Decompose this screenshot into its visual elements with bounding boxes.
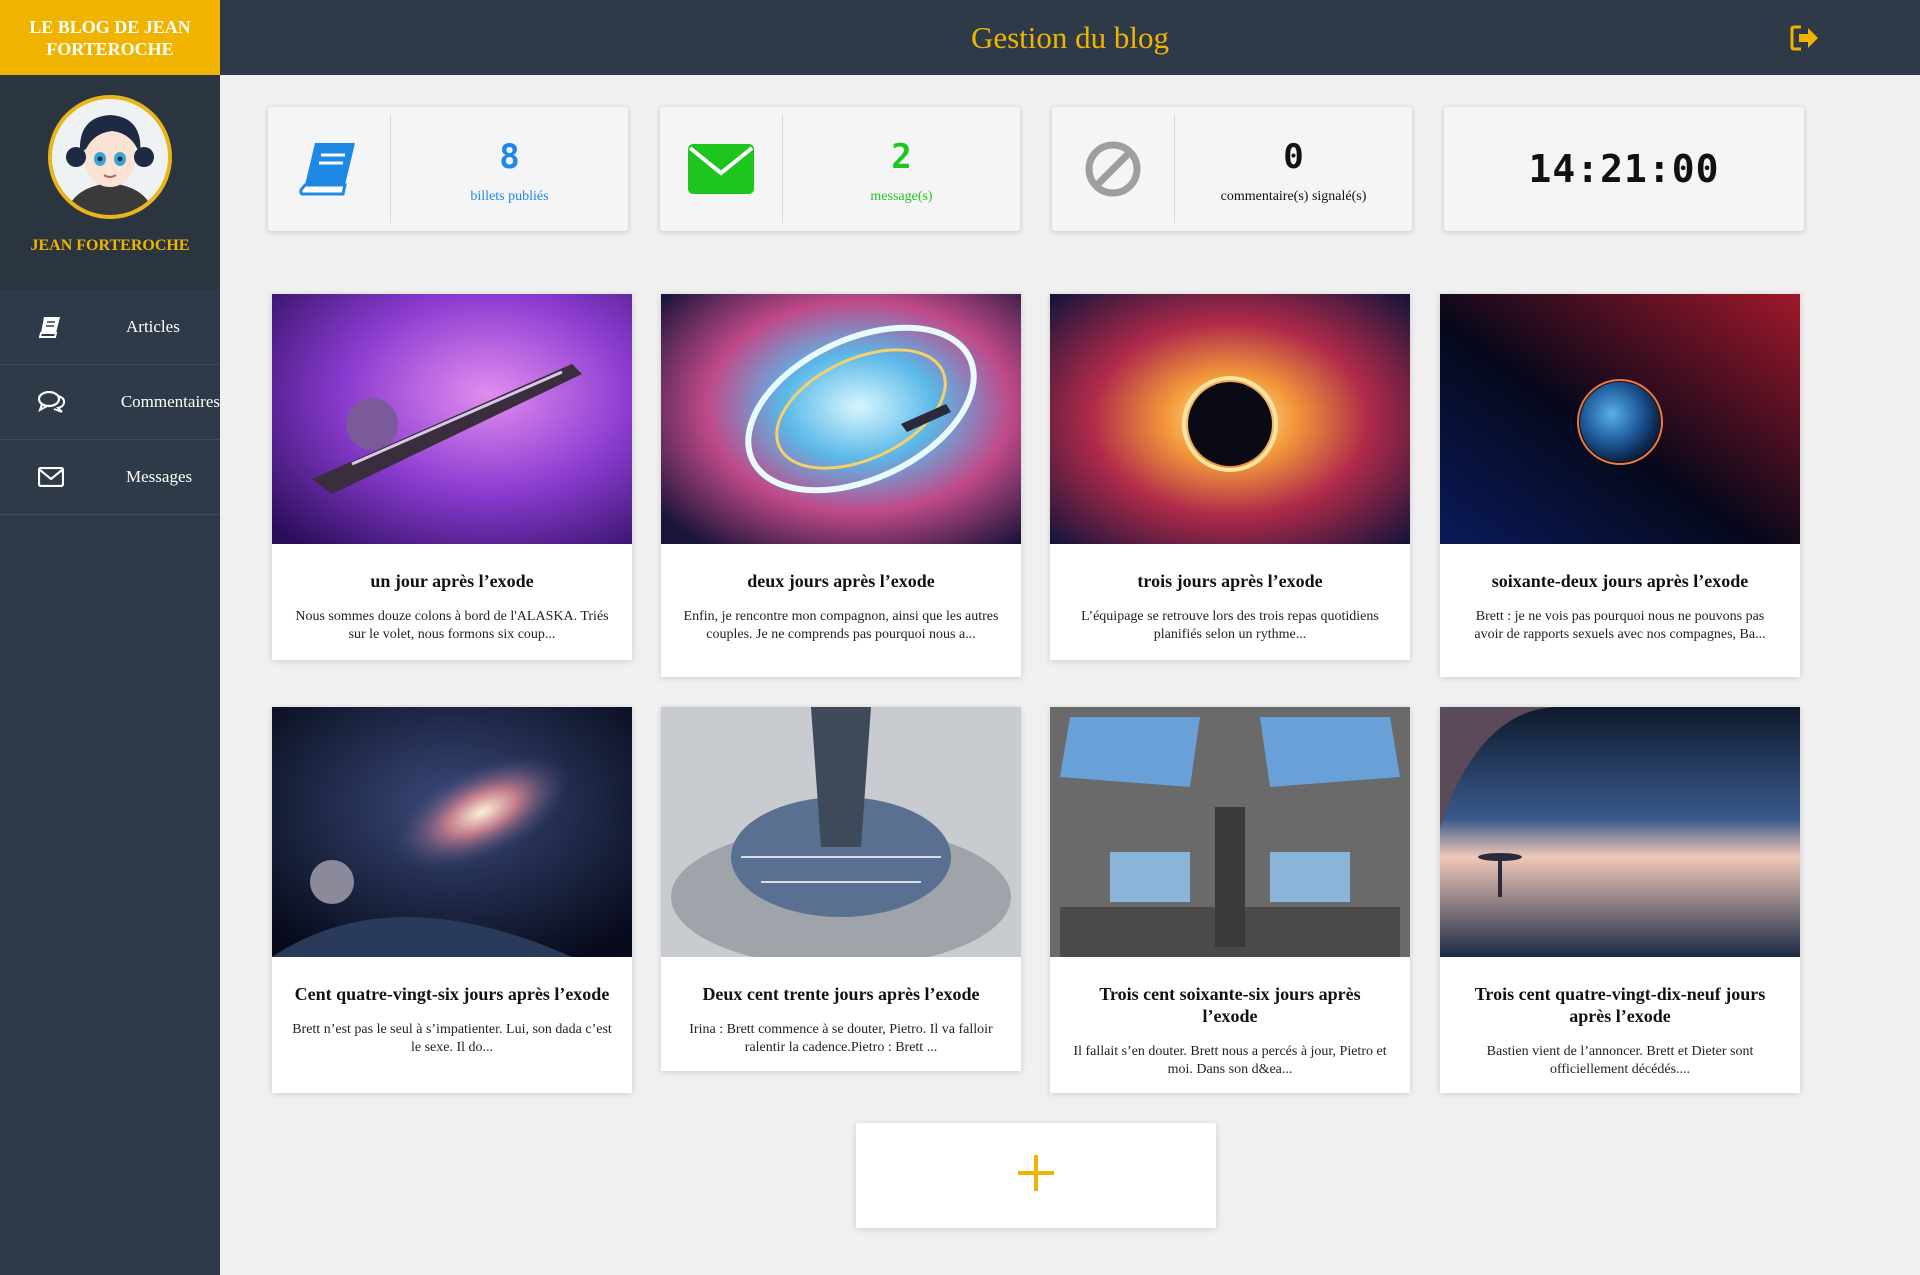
top-header: Gestion du blog	[220, 0, 1920, 75]
article-excerpt: Bastien vient de l’annoncer. Brett et Di…	[1486, 1044, 1754, 1077]
clock-card: 14:21:00	[1444, 107, 1804, 231]
article-card[interactable]: Deux cent trente jours après l’exode Iri…	[661, 707, 1021, 1071]
article-thumbnail	[1440, 707, 1800, 957]
article-card[interactable]: un jour après l’exode Nous sommes douze …	[272, 294, 632, 660]
plus-icon	[1016, 1153, 1056, 1198]
article-title: Cent quatre-vingt-six jours après l’exod…	[294, 984, 610, 1004]
posts-label: billets publiés	[470, 189, 549, 204]
article-thumbnail	[272, 707, 632, 957]
article-card[interactable]: deux jours après l’exode Enfin, je renco…	[661, 294, 1021, 677]
messages-count: 2	[891, 137, 912, 177]
article-title: trois jours après l’exode	[1137, 571, 1323, 591]
stat-card-reported[interactable]: 0 commentaire(s) signalé(s)	[1052, 107, 1412, 231]
article-excerpt: Enfin, je rencontre mon compagnon, ainsi…	[683, 609, 999, 642]
digital-clock: 14:21:00	[1528, 147, 1720, 191]
stat-card-posts[interactable]: 8 billets publiés	[268, 107, 628, 231]
sidebar: LE BLOG DE JEAN FORTEROCHE JEAN FORTEROC…	[0, 0, 220, 1275]
article-title: deux jours après l’exode	[747, 571, 935, 591]
article-title: Deux cent trente jours après l’exode	[702, 984, 980, 1004]
article-excerpt: Nous sommes douze colons à bord de l'ALA…	[295, 609, 609, 642]
profile: JEAN FORTEROCHE	[0, 75, 220, 290]
avatar	[48, 95, 172, 219]
page-title: Gestion du blog	[970, 20, 1170, 55]
reported-label: commentaire(s) signalé(s)	[1220, 189, 1367, 204]
article-excerpt: Brett : je ne vois pas pourquoi nous ne …	[1474, 609, 1766, 642]
envelope-icon	[38, 467, 92, 487]
article-thumbnail	[1440, 294, 1800, 544]
sidebar-item-label: Messages	[126, 467, 193, 486]
article-card[interactable]: soixante-deux jours après l’exode Brett …	[1440, 294, 1800, 677]
article-excerpt: Brett n’est pas le seul à s’impatienter.…	[292, 1022, 612, 1055]
comments-icon	[38, 391, 87, 413]
reported-count: 0	[1283, 137, 1304, 177]
article-thumbnail	[1050, 294, 1410, 544]
envelope-icon	[660, 107, 782, 231]
article-excerpt: Irina : Brett commence à se douter, Piet…	[689, 1022, 993, 1055]
article-thumbnail	[661, 707, 1021, 957]
ban-icon	[1052, 107, 1174, 231]
book-icon	[268, 107, 390, 231]
sidebar-item-label: Articles	[126, 317, 180, 336]
brand-title[interactable]: LE BLOG DE JEAN FORTEROCHE	[0, 0, 220, 75]
sidebar-item-label: Commentaires	[120, 392, 220, 411]
article-thumbnail	[272, 294, 632, 544]
sidebar-item-messages[interactable]: Messages	[0, 440, 220, 515]
article-title: Trois cent soixante-six jours après l’ex…	[1099, 984, 1361, 1026]
article-excerpt: Il fallait s’en douter. Brett nous a per…	[1073, 1044, 1387, 1077]
stat-card-messages[interactable]: 2 message(s)	[660, 107, 1020, 231]
posts-count: 8	[499, 137, 520, 177]
article-thumbnail	[1050, 707, 1410, 957]
sidebar-item-articles[interactable]: Articles	[0, 290, 220, 365]
article-excerpt: L’équipage se retrouve lors des trois re…	[1081, 609, 1379, 642]
messages-label: message(s)	[870, 189, 933, 204]
article-card[interactable]: trois jours après l’exode L’équipage se …	[1050, 294, 1410, 660]
sidebar-item-commentaires[interactable]: Commentaires	[0, 365, 220, 440]
add-article-button[interactable]	[856, 1123, 1216, 1228]
article-title: un jour après l’exode	[370, 571, 534, 591]
article-title: Trois cent quatre-vingt-dix-neuf jours a…	[1474, 984, 1766, 1026]
article-card[interactable]: Trois cent quatre-vingt-dix-neuf jours a…	[1440, 707, 1800, 1093]
article-card[interactable]: Cent quatre-vingt-six jours après l’exod…	[272, 707, 632, 1093]
username: JEAN FORTEROCHE	[30, 237, 190, 254]
logout-icon[interactable]	[1790, 24, 1820, 52]
article-title: soixante-deux jours après l’exode	[1491, 571, 1749, 591]
book-icon	[38, 316, 92, 338]
article-thumbnail	[661, 294, 1021, 544]
article-card[interactable]: Trois cent soixante-six jours après l’ex…	[1050, 707, 1410, 1093]
